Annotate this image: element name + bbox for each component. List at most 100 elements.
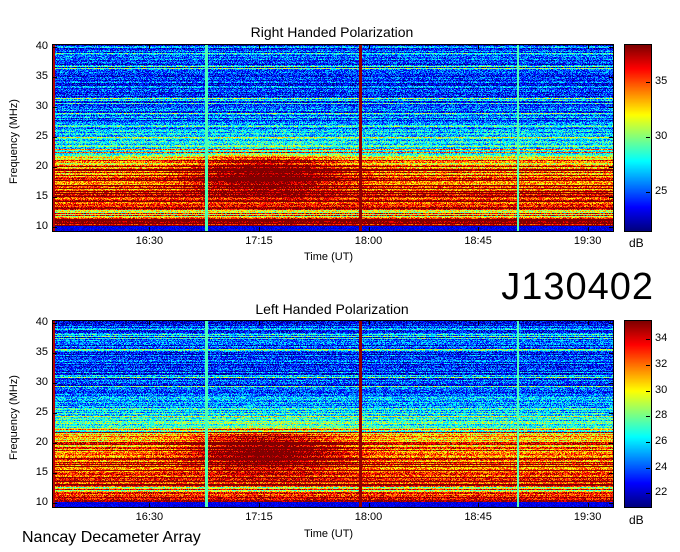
y-tick-mark (53, 383, 57, 384)
y-tick-mark (609, 47, 613, 48)
x-tick-mark (478, 321, 480, 325)
y-tick-label: 20 (35, 160, 48, 172)
y-tick-mark (53, 137, 57, 138)
colorbar-tick-label: 35 (655, 75, 668, 88)
y-tick-mark (609, 197, 613, 198)
rh-x-axis-label: Time (UT) (304, 251, 354, 263)
y-tick-mark (609, 137, 613, 138)
colorbar-tick-label: 30 (655, 383, 668, 396)
rh-panel-title: Right Handed Polarization (250, 24, 414, 40)
y-tick-label: 40 (35, 40, 48, 52)
y-tick-mark (53, 107, 57, 108)
x-tick-label: 18:45 (464, 235, 492, 247)
footer-label: Nancay Decameter Array (22, 529, 201, 546)
y-tick-label: 40 (35, 316, 48, 328)
y-tick-mark (53, 227, 57, 228)
y-tick-mark (53, 323, 57, 324)
x-tick-label: 19:30 (573, 511, 602, 523)
y-tick-mark (609, 323, 613, 324)
y-tick-label: 30 (35, 376, 48, 388)
colorbar-tick-label: 24 (655, 460, 668, 473)
x-tick-mark (149, 503, 151, 507)
colorbar-tick-label: 22 (655, 486, 668, 499)
lh-x-axis-label: Time (UT) (304, 528, 354, 540)
colorbar-tick-mark (646, 339, 650, 341)
colorbar-tick-label: 34 (655, 332, 668, 345)
rh-colorbar-label: dB (629, 236, 644, 250)
colorbar-tick-mark (646, 364, 650, 366)
colorbar-tick-label: 26 (655, 434, 668, 447)
colorbar-tick-label: 32 (655, 357, 668, 370)
x-tick-mark (478, 503, 480, 507)
x-tick-mark (587, 227, 589, 231)
x-tick-mark (368, 503, 370, 507)
y-tick-label: 25 (35, 130, 48, 142)
lh-colorbar (624, 320, 652, 508)
colorbar-tick-label: 25 (655, 184, 668, 197)
y-tick-label: 30 (35, 100, 48, 112)
x-tick-mark (368, 227, 370, 231)
y-tick-label: 15 (35, 190, 48, 202)
x-tick-mark (478, 45, 480, 49)
y-tick-mark (609, 353, 613, 354)
y-tick-mark (609, 443, 613, 444)
colorbar-tick-mark (646, 82, 650, 84)
x-tick-mark (149, 227, 151, 231)
colorbar-tick-mark (646, 441, 650, 443)
x-tick-label: 16:30 (135, 511, 164, 523)
x-tick-label: 19:30 (573, 235, 602, 247)
x-tick-mark (258, 503, 260, 507)
y-tick-mark (609, 383, 613, 384)
x-tick-mark (587, 45, 589, 49)
x-tick-label: 17:15 (245, 235, 273, 247)
y-tick-mark (609, 413, 613, 414)
y-tick-label: 25 (35, 406, 48, 418)
y-tick-mark (53, 167, 57, 168)
y-tick-label: 15 (35, 466, 48, 478)
rh-colorbar (624, 44, 652, 232)
colorbar-tick-mark (646, 416, 650, 418)
x-tick-label: 16:30 (135, 235, 164, 247)
x-tick-mark (258, 321, 260, 325)
y-tick-label: 10 (35, 496, 48, 508)
y-tick-label: 20 (35, 436, 48, 448)
x-tick-mark (368, 321, 370, 325)
y-tick-mark (53, 353, 57, 354)
x-tick-mark (149, 321, 151, 325)
y-tick-mark (609, 167, 613, 168)
x-tick-mark (478, 227, 480, 231)
x-tick-mark (587, 321, 589, 325)
y-tick-mark (609, 107, 613, 108)
colorbar-tick-mark (646, 493, 650, 495)
x-tick-mark (258, 45, 260, 49)
y-tick-label: 35 (35, 346, 48, 358)
x-tick-label: 17:15 (245, 511, 273, 523)
rh-spectrogram (52, 44, 614, 232)
y-tick-mark (609, 503, 613, 504)
x-tick-label: 18:45 (464, 511, 492, 523)
y-tick-mark (609, 77, 613, 78)
lh-colorbar-label: dB (629, 513, 644, 527)
y-tick-mark (609, 473, 613, 474)
x-tick-mark (149, 45, 151, 49)
rh-y-axis-label: Frequency (MHz) (8, 99, 20, 184)
y-tick-mark (53, 473, 57, 474)
y-tick-label: 10 (35, 220, 48, 232)
x-tick-mark (368, 45, 370, 49)
y-tick-mark (53, 197, 57, 198)
colorbar-tick-mark (646, 390, 650, 392)
y-tick-mark (53, 77, 57, 78)
y-tick-label: 35 (35, 70, 48, 82)
y-tick-mark (53, 413, 57, 414)
lh-spectrogram (52, 320, 614, 508)
lh-y-axis-label: Frequency (MHz) (8, 375, 20, 460)
x-tick-label: 18:00 (354, 511, 383, 523)
y-tick-mark (53, 503, 57, 504)
colorbar-tick-mark (646, 137, 650, 138)
x-tick-mark (258, 227, 260, 231)
y-tick-mark (53, 443, 57, 444)
lh-panel-title: Left Handed Polarization (255, 301, 409, 317)
x-tick-mark (587, 503, 589, 507)
colorbar-tick-label: 28 (655, 409, 668, 422)
colorbar-tick-label: 30 (655, 130, 668, 142)
